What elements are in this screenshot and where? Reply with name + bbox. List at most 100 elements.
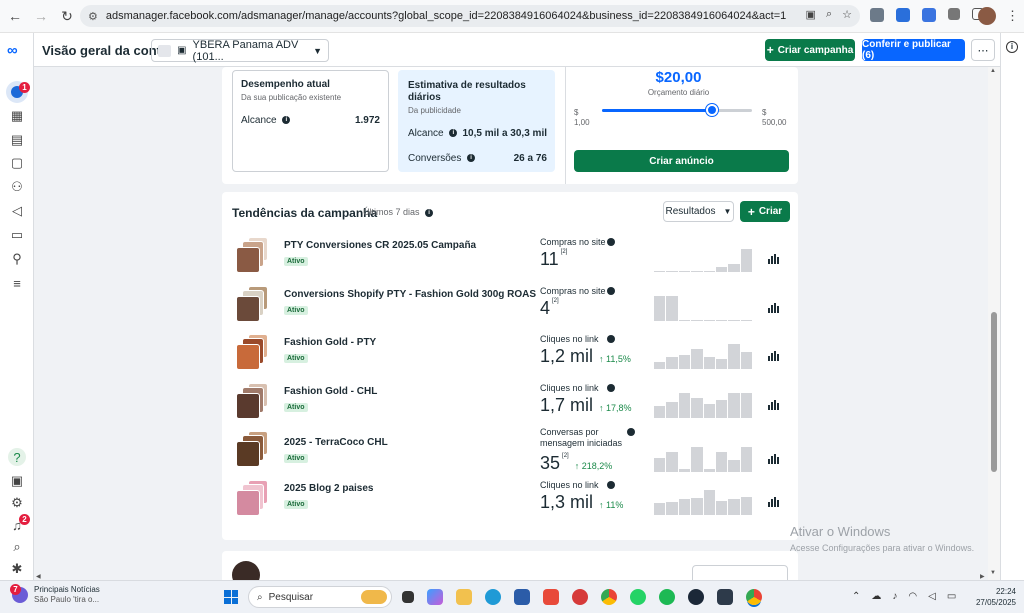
create-campaign-button[interactable]: + Criar campanha [765,39,855,61]
info-icon[interactable] [607,383,615,392]
create-trend-button[interactable]: + Criar [740,201,790,222]
copilot-icon[interactable] [427,589,443,605]
taskbar-search[interactable]: ⌕ Pesquisar [248,586,392,608]
spotify-icon[interactable] [659,589,675,605]
campaign-name[interactable]: PTY Conversiones CR 2025.05 Campaña [284,240,476,251]
bar-chart-icon[interactable] [768,496,779,507]
info-icon[interactable]: i [425,208,434,217]
ads-megaphone-icon[interactable]: ◁ [9,203,25,219]
scroll-up-icon[interactable]: ▲ [990,68,996,74]
whatsapp-icon[interactable] [630,589,646,605]
store-icon[interactable] [514,589,530,605]
bar-chart-icon[interactable] [768,302,779,313]
anydesk-icon[interactable] [543,589,559,605]
documents-icon[interactable]: ▢ [9,155,25,171]
page-scrollbar-thumb[interactable] [991,312,997,472]
campaign-name[interactable]: Fashion Gold - PTY [284,337,376,348]
search-highlight-icon [361,590,387,604]
volume-icon[interactable]: ◁ [928,591,936,602]
address-bar[interactable]: ⚙ adsmanager.facebook.com/adsmanager/man… [80,5,860,27]
reload-icon[interactable]: ↻ [56,5,78,27]
zoom-icon[interactable]: ⌕ [826,8,832,21]
metric-value-row: 1,7 mil ↑ 17,8% [540,395,632,416]
info-icon[interactable] [607,480,615,489]
puzzle-icon[interactable] [948,8,960,20]
info-icon[interactable]: i [282,116,291,125]
campaigns-table-icon[interactable]: ▦ [9,108,25,124]
extension-icon[interactable] [870,8,884,22]
bar-chart-icon[interactable] [768,254,779,264]
sparkline-bar [678,469,691,472]
campaign-name[interactable]: 2025 Blog 2 paises [284,483,374,494]
account-selector[interactable]: ▣ YBERA Panama ADV (101... ▼ [151,39,329,63]
campaign-row[interactable]: Fashion Gold - CHL Ativo Cliques no link… [222,380,798,428]
bookmark-star-icon[interactable]: ☆ [842,8,852,21]
create-ad-button[interactable]: Criar anúncio [574,150,789,172]
profile-avatar[interactable] [978,7,996,25]
all-tools-menu-icon[interactable]: ≡ [9,275,25,291]
info-icon[interactable] [607,238,615,246]
search-icon[interactable]: ⌕ [9,539,25,555]
video-extension-icon[interactable] [922,8,936,22]
reports-icon[interactable]: ▤ [9,132,25,148]
file-explorer-icon[interactable] [456,589,472,605]
task-view-icon[interactable] [402,591,414,603]
bar-chart-icon[interactable] [768,399,779,410]
edge-icon[interactable] [485,589,501,605]
campaign-row[interactable]: 2025 - TerraCoco CHL Ativo Conversas por… [222,427,798,476]
campaign-row[interactable]: PTY Conversiones CR 2025.05 Campaña Ativ… [222,234,798,282]
campaign-row[interactable]: 2025 Blog 2 paises Ativo Cliques no link… [222,477,798,525]
taskbar-clock[interactable]: 22:24 27/05/2025 [970,586,1016,608]
bar-chart-icon[interactable] [768,351,779,361]
campaign-name[interactable]: 2025 - TerraCoco CHL [284,437,388,448]
info-icon[interactable]: i [449,129,458,138]
campaign-row[interactable]: Fashion Gold - PTY Ativo Cliques no link… [222,331,798,379]
info-icon[interactable] [607,286,615,295]
news-widget[interactable]: 7 Principais Notícias São Paulo 'tira o.… [10,584,100,605]
bar-chart-icon[interactable] [768,454,779,464]
onedrive-icon[interactable]: ☁ [871,591,881,602]
review-publish-button[interactable]: Conferir e publicar (6) [862,39,965,61]
browser-menu-icon[interactable]: ⋮ [1006,8,1019,24]
audiences-icon[interactable]: ⚇ [9,179,25,195]
bug-report-icon[interactable]: ✱ [9,561,25,577]
h-scroll-left-icon[interactable]: ◀ [36,573,41,580]
metric-label: Compras no site [540,286,650,297]
chrome-icon[interactable] [601,589,617,605]
results-dropdown[interactable]: Resultados ▼ [663,201,734,222]
billing-card-icon[interactable]: ▭ [9,227,25,243]
battery-icon[interactable]: ▭ [947,591,956,602]
info-icon[interactable] [607,335,615,343]
translate-extension-icon[interactable] [896,8,910,22]
meta-logo-icon[interactable]: ∞ [7,42,18,59]
app-icon[interactable] [717,589,733,605]
chrome-active-icon[interactable] [746,589,762,605]
campaign-name[interactable]: Conversions Shopify PTY - Fashion Gold 3… [284,289,536,300]
daily-budget-value[interactable]: $20,00 [566,69,791,86]
back-icon[interactable]: ← [4,5,26,27]
scroll-down-icon[interactable]: ▼ [990,570,996,576]
steam-icon[interactable] [688,589,704,605]
next-card-search[interactable] [692,565,788,580]
wifi-icon[interactable]: ◠ [908,591,917,602]
wps-icon[interactable] [572,589,588,605]
more-options-button[interactable]: ⋯ [971,39,995,61]
info-icon[interactable]: i [467,154,476,163]
site-info-icon[interactable]: ⚙ [88,10,98,23]
microphone-icon[interactable]: ♪ [892,591,897,602]
campaign-name[interactable]: Fashion Gold - CHL [284,386,377,397]
windows-start-icon[interactable] [224,590,238,604]
settings-gear-icon[interactable]: ⚙ [9,495,25,511]
budget-slider-handle[interactable] [705,104,718,116]
tray-chevron-icon[interactable]: ⌃ [852,591,860,602]
campaign-row[interactable]: Conversions Shopify PTY - Fashion Gold 3… [222,283,798,331]
forward-icon[interactable]: → [30,5,52,27]
info-panel-icon[interactable]: i [1006,41,1018,53]
help-icon[interactable]: ? [8,448,26,466]
notifications-inbox-icon[interactable]: ▣ [9,473,25,489]
screenshot-icon[interactable]: ▣ [806,8,816,21]
h-scroll-right-icon[interactable]: ▶ [980,573,985,580]
url-text[interactable]: adsmanager.facebook.com/adsmanager/manag… [106,10,786,22]
info-icon[interactable] [627,428,635,436]
business-settings-icon[interactable]: ⚲ [9,251,25,267]
